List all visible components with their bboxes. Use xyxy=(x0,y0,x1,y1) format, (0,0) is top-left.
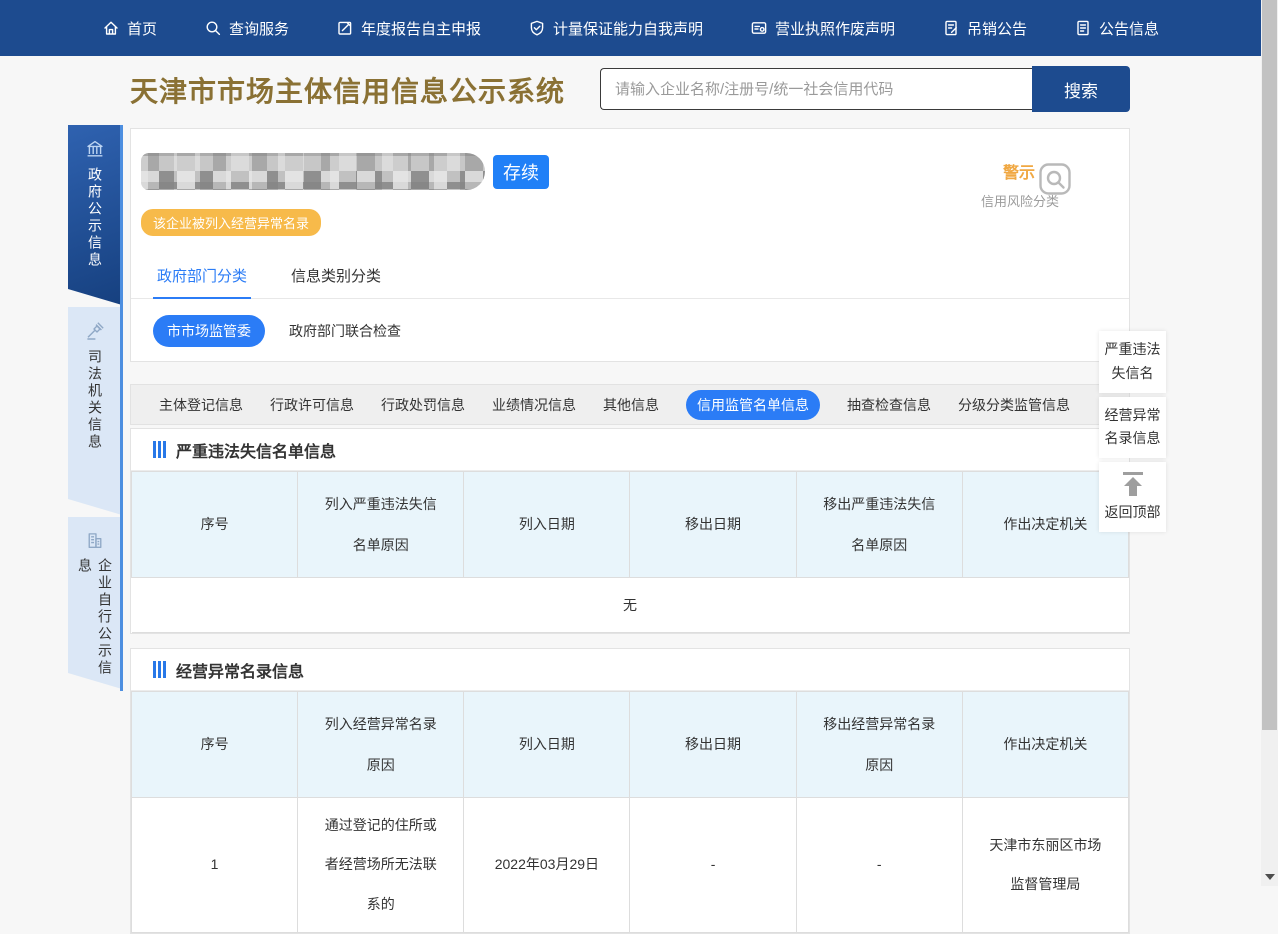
section-header: 严重违法失信名单信息 xyxy=(131,429,1129,471)
shield-check-icon xyxy=(528,19,546,37)
sidebar-item-label: 企业自行公示信息 xyxy=(75,558,115,689)
tab-performance-info[interactable]: 业绩情况信息 xyxy=(492,395,576,415)
department-pill-market-supervision[interactable]: 市市场监管委 xyxy=(153,315,265,347)
nav-item-annual-report[interactable]: 年度报告自主申报 xyxy=(336,18,481,39)
tab-registration-info[interactable]: 主体登记信息 xyxy=(159,395,243,415)
table-header-row: 序号 列入经营异常名录原因 列入日期 移出日期 移出经营异常名录原因 作出决定机… xyxy=(132,692,1129,798)
search-bar: 搜索 xyxy=(600,66,1130,112)
nav-item-label: 年度报告自主申报 xyxy=(361,18,481,39)
column-header-reason-out: 移出严重违法失信名单原因 xyxy=(796,472,962,578)
classification-tabs: 政府部门分类 信息类别分类 xyxy=(131,255,1129,299)
tab-by-government-department[interactable]: 政府部门分类 xyxy=(153,255,251,299)
cell-seq: 1 xyxy=(132,798,298,933)
tab-credit-supervision-list-info[interactable]: 信用监管名单信息 xyxy=(686,390,820,420)
company-summary-card: 存续 该企业被列入经营异常名录 警示 信用风险分类 政府部门分类 信息类别分类 … xyxy=(130,128,1130,362)
tab-other-info[interactable]: 其他信息 xyxy=(603,395,659,415)
cell-reason-out: - xyxy=(796,798,962,933)
nav-item-query-service[interactable]: 查询服务 xyxy=(204,18,289,39)
column-header-date-out: 移出日期 xyxy=(630,692,796,798)
section-bars-icon xyxy=(153,661,166,678)
column-header-reason-out: 移出经营异常名录原因 xyxy=(796,692,962,798)
cell-authority: 天津市东丽区市场监督管理局 xyxy=(962,798,1128,933)
abnormal-operation-table: 序号 列入经营异常名录原因 列入日期 移出日期 移出经营异常名录原因 作出决定机… xyxy=(131,691,1129,933)
abnormal-operation-warning-badge: 该企业被列入经营异常名录 xyxy=(141,209,321,236)
back-to-top-button[interactable]: 返回顶部 xyxy=(1099,462,1166,532)
column-header-seq: 序号 xyxy=(132,692,298,798)
serious-violation-section: 严重违法失信名单信息 序号 列入严重违法失信名单原因 列入日期 移出日期 移出严… xyxy=(130,428,1130,634)
table-row: 1 通过登记的住所或者经营场所无法联系的 2022年03月29日 - - 天津市… xyxy=(132,798,1129,933)
scrollbar-track[interactable] xyxy=(1261,0,1278,886)
sidebar-item-label: 司法机关信息 xyxy=(85,349,105,451)
empty-cell: 无 xyxy=(132,578,1129,633)
nav-item-label: 营业执照作废声明 xyxy=(775,18,895,39)
scrollbar-down-arrow-icon[interactable] xyxy=(1265,874,1275,880)
search-input[interactable] xyxy=(600,68,1032,110)
revoke-doc-icon xyxy=(942,19,960,37)
column-header-seq: 序号 xyxy=(132,472,298,578)
government-building-icon xyxy=(85,139,105,159)
page-title: 天津市市场主体信用信息公示系统 xyxy=(130,70,565,110)
table-header-row: 序号 列入严重违法失信名单原因 列入日期 移出日期 移出严重违法失信名单原因 作… xyxy=(132,472,1129,578)
office-building-icon xyxy=(85,531,105,550)
section-bars-icon xyxy=(153,441,166,458)
anchor-abnormal-operation[interactable]: 经营异常名录信息 xyxy=(1099,397,1166,459)
serious-violation-table: 序号 列入严重违法失信名单原因 列入日期 移出日期 移出严重违法失信名单原因 作… xyxy=(131,471,1129,633)
sidebar-item-label: 政府公示信息 xyxy=(85,167,105,269)
bulletin-icon xyxy=(1074,19,1092,37)
magnifier-preview-icon[interactable] xyxy=(1037,161,1073,197)
column-header-date-in: 列入日期 xyxy=(464,472,630,578)
nav-item-label: 计量保证能力自我声明 xyxy=(553,18,703,39)
anchor-serious-violation[interactable]: 严重违法失信名 xyxy=(1099,331,1166,393)
status-badge: 存续 xyxy=(493,155,549,189)
nav-item-metrology-declaration[interactable]: 计量保证能力自我声明 xyxy=(528,18,703,39)
nav-item-bulletin-info[interactable]: 公告信息 xyxy=(1074,18,1159,39)
back-to-top-icon xyxy=(1118,471,1148,497)
column-header-reason-in: 列入严重违法失信名单原因 xyxy=(298,472,464,578)
license-icon xyxy=(750,19,768,37)
abnormal-operation-section: 经营异常名录信息 序号 列入经营异常名录原因 列入日期 移出日期 移出经营异常名… xyxy=(130,648,1130,934)
floating-anchor-menu: 严重违法失信名 经营异常名录信息 返回顶部 xyxy=(1099,331,1166,532)
nav-item-label: 查询服务 xyxy=(229,18,289,39)
cell-reason-in: 通过登记的住所或者经营场所无法联系的 xyxy=(298,798,464,933)
column-header-date-out: 移出日期 xyxy=(630,472,796,578)
department-filter-row: 市市场监管委 政府部门联合检查 xyxy=(153,315,401,347)
tab-administrative-license-info[interactable]: 行政许可信息 xyxy=(270,395,354,415)
nav-item-label: 首页 xyxy=(127,18,157,39)
tab-administrative-penalty-info[interactable]: 行政处罚信息 xyxy=(381,395,465,415)
sidebar-item-enterprise-self-publicity[interactable]: 企业自行公示信息 xyxy=(68,517,122,689)
column-header-reason-in: 列入经营异常名录原因 xyxy=(298,692,464,798)
sidebar-item-government-publicity[interactable]: 政府公示信息 xyxy=(68,125,122,305)
nav-item-license-void-declaration[interactable]: 营业执照作废声明 xyxy=(750,18,895,39)
empty-row: 无 xyxy=(132,578,1129,633)
sidebar-accent-line xyxy=(120,125,123,691)
cell-date-in: 2022年03月29日 xyxy=(464,798,630,933)
nav-item-label: 公告信息 xyxy=(1099,18,1159,39)
search-icon xyxy=(204,19,222,37)
scrollbar-thumb[interactable] xyxy=(1262,0,1277,730)
company-name-redacted xyxy=(141,153,485,190)
nav-item-label: 吊销公告 xyxy=(967,18,1027,39)
section-header: 经营异常名录信息 xyxy=(131,649,1129,691)
tab-graded-classification-supervision-info[interactable]: 分级分类监管信息 xyxy=(958,395,1070,415)
back-to-top-label: 返回顶部 xyxy=(1105,504,1161,520)
nav-item-home[interactable]: 首页 xyxy=(102,18,157,39)
section-title: 严重违法失信名单信息 xyxy=(176,438,336,462)
top-navigation: 首页 查询服务 年度报告自主申报 计量保证能力自我声明 营业执照作废声明 吊销公… xyxy=(0,0,1261,56)
category-tab-strip: 主体登记信息 行政许可信息 行政处罚信息 业绩情况信息 其他信息 信用监管名单信… xyxy=(130,384,1130,425)
gavel-icon xyxy=(85,321,105,341)
tab-by-information-category[interactable]: 信息类别分类 xyxy=(287,255,385,299)
sidebar-item-judicial-info[interactable]: 司法机关信息 xyxy=(68,307,122,515)
column-header-authority: 作出决定机关 xyxy=(962,692,1128,798)
search-button[interactable]: 搜索 xyxy=(1032,66,1130,112)
edit-icon xyxy=(336,19,354,37)
nav-item-revocation-notice[interactable]: 吊销公告 xyxy=(942,18,1027,39)
column-header-date-in: 列入日期 xyxy=(464,692,630,798)
home-icon xyxy=(102,19,120,37)
section-title: 经营异常名录信息 xyxy=(176,658,304,682)
cell-date-out: - xyxy=(630,798,796,933)
tab-spot-check-info[interactable]: 抽查检查信息 xyxy=(847,395,931,415)
department-item-joint-inspection[interactable]: 政府部门联合检查 xyxy=(289,321,401,341)
